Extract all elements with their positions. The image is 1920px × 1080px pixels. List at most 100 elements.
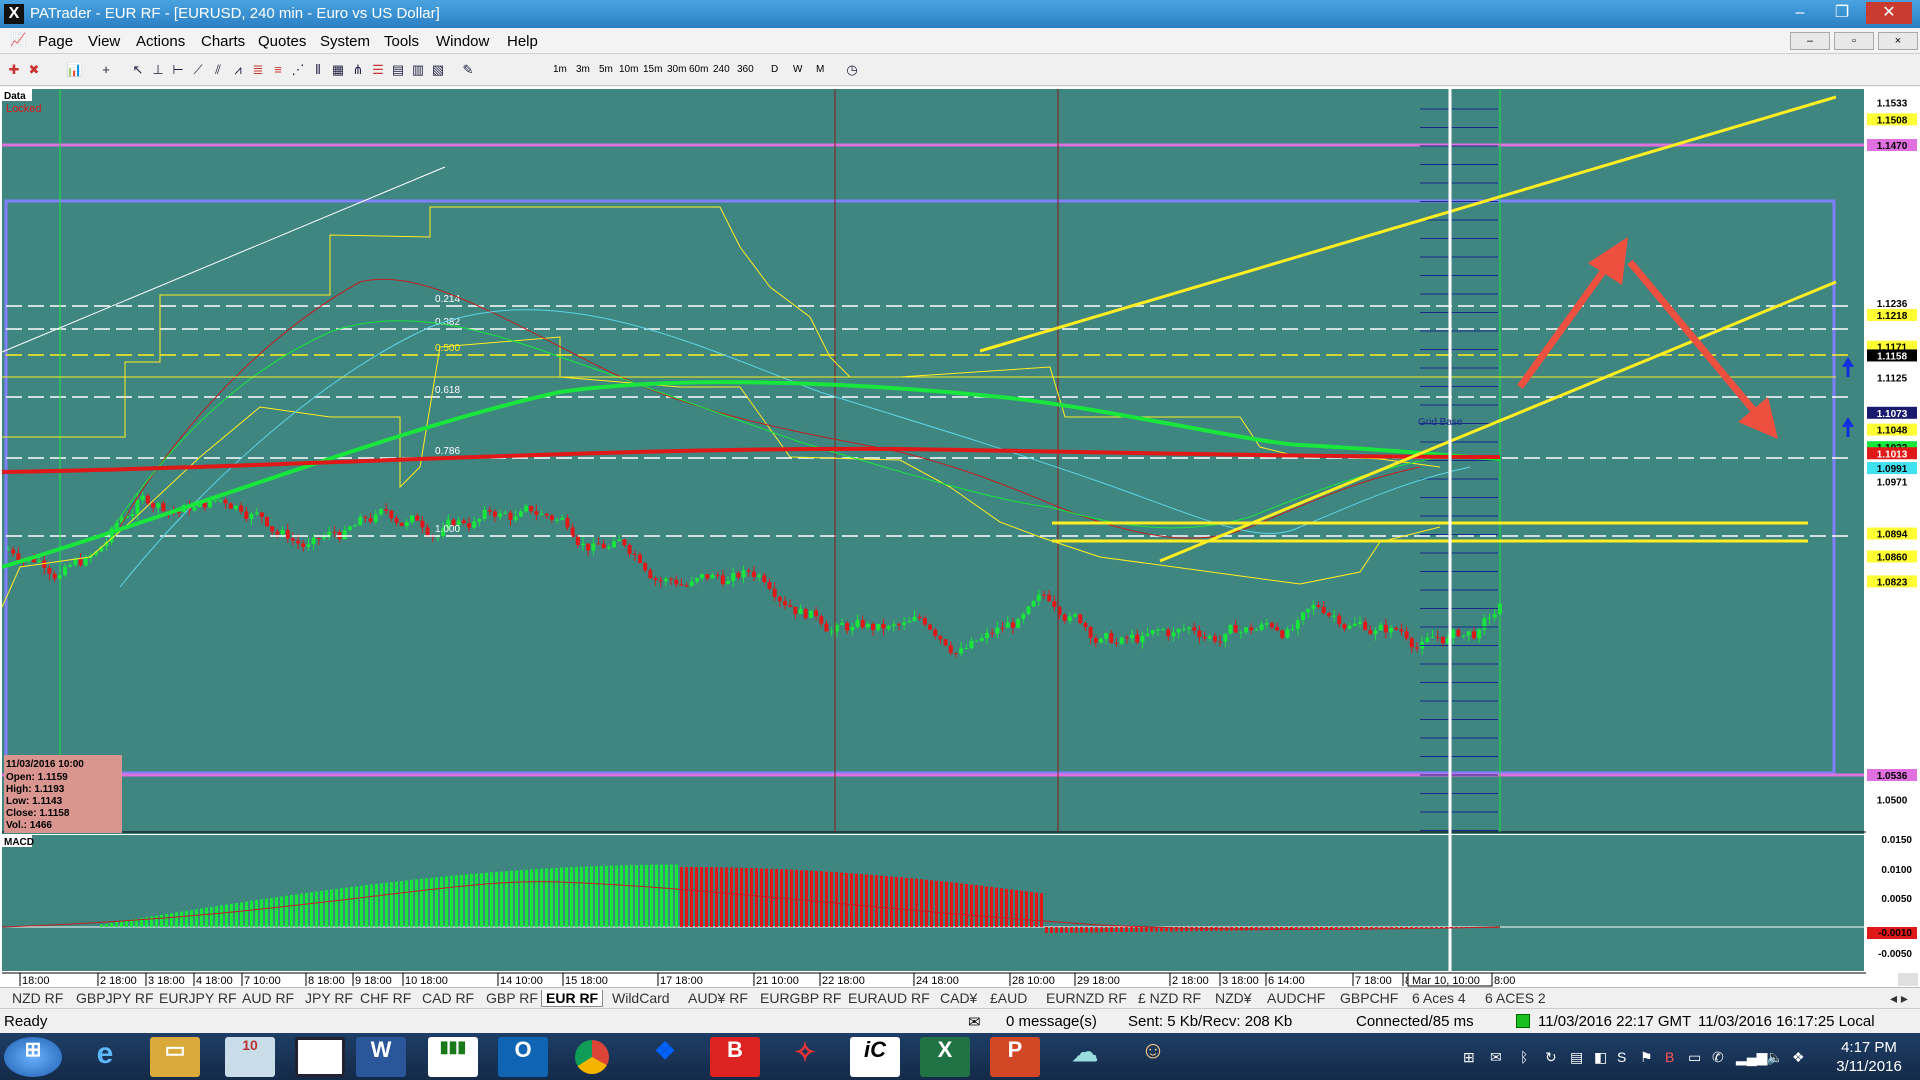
tab-gbpnzd-rf[interactable]: £ NZD RF (1138, 990, 1201, 1006)
tf-d[interactable]: D (771, 64, 778, 75)
mail-icon[interactable]: ✉ (968, 1013, 981, 1031)
trendline-icon[interactable]: ⟋ (190, 62, 206, 78)
fib-ext-icon[interactable]: ≡ (270, 62, 286, 78)
status-messages[interactable]: 0 message(s) (1006, 1013, 1097, 1030)
tab-cad-rf[interactable]: CAD RF (422, 990, 474, 1006)
crosshair-icon[interactable]: + (98, 62, 114, 78)
calendar-tray-icon[interactable]: ▤ (1570, 1049, 1583, 1066)
pitchfork-icon[interactable]: ⋔ (350, 62, 366, 78)
trash-icon[interactable]: ▧ (430, 62, 446, 78)
chrome-icon[interactable] (567, 1037, 617, 1077)
erase-icon[interactable]: ▥ (410, 62, 426, 78)
menu-charts[interactable]: Charts (201, 33, 245, 50)
tf-60m[interactable]: 60m (689, 64, 708, 75)
sync-icon[interactable]: ↻ (1545, 1049, 1557, 1066)
add-icon[interactable]: ✚ (6, 62, 22, 78)
menu-actions[interactable]: Actions (136, 33, 185, 50)
text-tool-icon[interactable]: ▤ (390, 62, 406, 78)
b-tray-icon[interactable]: B (1665, 1049, 1674, 1065)
tab-nzd-rf[interactable]: NZD RF (12, 990, 63, 1006)
tab-gbpchf[interactable]: GBPCHF (1340, 990, 1398, 1006)
tab-nzdjpy[interactable]: NZD¥ (1215, 990, 1252, 1006)
cycle-icon[interactable]: ⦀ (310, 62, 326, 78)
mdi-restore-button[interactable]: ▫ (1834, 32, 1874, 50)
tf-3m[interactable]: 3m (576, 64, 590, 75)
excel-icon[interactable]: X (920, 1037, 970, 1077)
mdi-close-button[interactable]: × (1878, 32, 1918, 50)
vline-icon[interactable]: ⊢ (170, 62, 186, 78)
menu-quotes[interactable]: Quotes (258, 33, 306, 50)
start-button[interactable]: ⊞ (4, 1037, 62, 1077)
tab-scroll-icon[interactable]: ◂ ▸ (1890, 990, 1908, 1007)
channel-icon[interactable]: ⫽ (210, 62, 226, 78)
tf-360[interactable]: 360 (737, 64, 754, 75)
remove-icon[interactable]: ✖ (26, 62, 42, 78)
outlook-tray-icon[interactable]: ✉ (1490, 1049, 1502, 1066)
tab-jpy-rf[interactable]: JPY RF (305, 990, 353, 1006)
tab-gbpaud[interactable]: £AUD (990, 990, 1027, 1006)
close-button[interactable]: ✕ (1866, 2, 1912, 24)
phone-icon[interactable]: ✆ (1712, 1049, 1724, 1066)
tab-6-aces-2[interactable]: 6 ACES 2 (1485, 990, 1546, 1006)
fib-fan-icon[interactable]: ⩘ (230, 62, 246, 78)
menu-help[interactable]: Help (507, 33, 538, 50)
word-icon[interactable]: W (356, 1037, 406, 1077)
menu-page[interactable]: Page (38, 33, 73, 50)
grid-icon[interactable]: ▦ (330, 62, 346, 78)
monitor-icon[interactable]: ▭ (1688, 1049, 1701, 1066)
tray-app-icon[interactable]: ◧ (1594, 1049, 1607, 1066)
dropbox-tray-icon[interactable]: ❖ (1792, 1049, 1805, 1066)
tab-eurnzd-rf[interactable]: EURNZD RF (1046, 990, 1127, 1006)
eagle-icon[interactable]: ✧ (780, 1037, 830, 1077)
ie-icon[interactable]: e (80, 1037, 130, 1077)
tab-audjpy-rf[interactable]: AUD¥ RF (688, 990, 748, 1006)
ic-icon[interactable]: iC (850, 1037, 900, 1077)
volume-icon[interactable]: 🔈 (1766, 1049, 1783, 1066)
powerpoint-icon[interactable]: P (990, 1037, 1040, 1077)
tab-eur-rf[interactable]: EUR RF (541, 990, 604, 1007)
skype-icon[interactable]: S (1617, 1049, 1626, 1065)
pen-icon[interactable]: ✎ (460, 62, 476, 78)
chart-type-icon[interactable]: 📊 (66, 62, 82, 78)
tab-euraud-rf[interactable]: EURAUD RF (848, 990, 930, 1006)
bluetooth-icon[interactable]: ᛒ (1520, 1049, 1528, 1065)
app-icon[interactable]: X (4, 4, 24, 24)
levels-icon[interactable]: ☰ (370, 62, 386, 78)
maximize-button[interactable]: ❐ (1822, 2, 1862, 24)
b-icon[interactable]: B (710, 1037, 760, 1077)
pointer-icon[interactable]: ↖ (130, 62, 146, 78)
tf-30m[interactable]: 30m (667, 64, 686, 75)
fib-retrace-icon[interactable]: ≣ (250, 62, 266, 78)
blank-window-icon[interactable] (295, 1037, 345, 1077)
hline-icon[interactable]: ⊥ (150, 62, 166, 78)
tab-cadjpy[interactable]: CAD¥ (940, 990, 977, 1006)
menu-system[interactable]: System (320, 33, 370, 50)
network-icon[interactable]: ☁ (1060, 1037, 1110, 1077)
tf-1m[interactable]: 1m (553, 64, 567, 75)
gann-icon[interactable]: ⋰ (290, 62, 306, 78)
taskbar-clock[interactable]: 4:17 PM 3/11/2016 (1822, 1038, 1916, 1076)
tf-w[interactable]: W (793, 64, 802, 75)
clock-icon[interactable]: ◷ (844, 62, 860, 78)
tab-eurjpy-rf[interactable]: EURJPY RF (159, 990, 237, 1006)
tab-gbpjpy-rf[interactable]: GBPJPY RF (76, 990, 154, 1006)
calendar-icon[interactable]: 10 (225, 1037, 275, 1077)
flag-icon[interactable]: ⚑ (1640, 1049, 1653, 1066)
price-chart[interactable]: -0.2700.2140.3820.5000.6180.7861.000 Dat… (0, 87, 1920, 987)
menu-tools[interactable]: Tools (384, 33, 419, 50)
chart-menu-icon[interactable]: 📈 (10, 32, 26, 48)
people-icon[interactable]: ☺ (1128, 1037, 1178, 1077)
tf-m[interactable]: M (816, 64, 824, 75)
wifi-icon[interactable]: ▂▄▆ (1736, 1049, 1767, 1066)
explorer-icon[interactable]: ▭ (150, 1037, 200, 1077)
tf-5m[interactable]: 5m (599, 64, 613, 75)
tab-aud-rf[interactable]: AUD RF (242, 990, 294, 1006)
dropbox-icon[interactable]: ❖ (640, 1037, 690, 1077)
tf-240[interactable]: 240 (713, 64, 730, 75)
tf-15m[interactable]: 15m (643, 64, 662, 75)
tab-chf-rf[interactable]: CHF RF (360, 990, 411, 1006)
axis-corner-icon[interactable] (1898, 973, 1918, 986)
tab-wildcard[interactable]: WildCard (612, 990, 670, 1006)
tab-audchf[interactable]: AUDCHF (1267, 990, 1325, 1006)
tab-6-aces-4[interactable]: 6 Aces 4 (1412, 990, 1466, 1006)
